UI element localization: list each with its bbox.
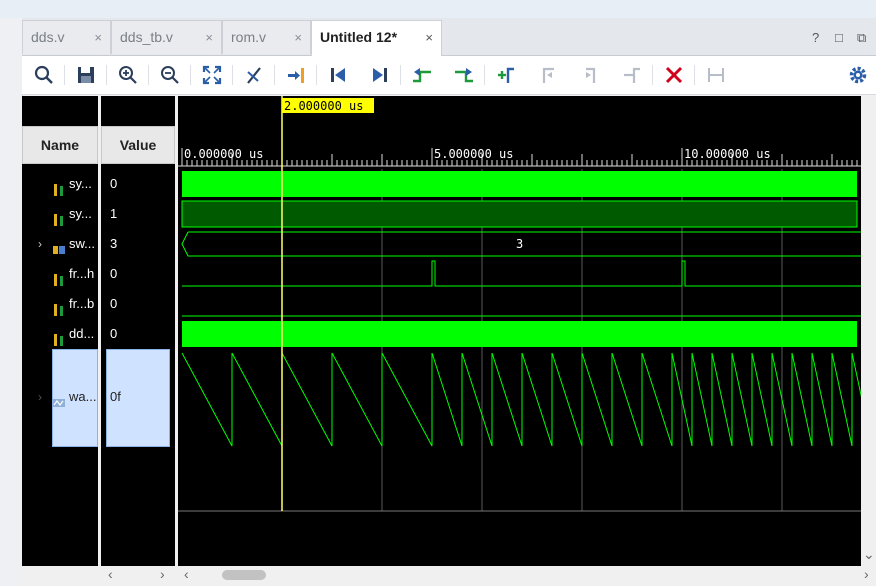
chevron-right-icon[interactable]: › [38,382,42,412]
tab-rom-v[interactable]: rom.v × [222,20,311,54]
signal-value: 0f [110,389,121,404]
bit-signal-icon [52,208,66,226]
bus-value-label: 3 [516,237,523,251]
signal-row-4[interactable]: fr...b [52,289,94,319]
chevron-left-icon[interactable]: ‹ [184,566,189,582]
zoom-in-icon[interactable] [116,63,140,87]
scroll-thumb[interactable] [222,570,266,580]
tab-bar: dds.v × dds_tb.v × rom.v × Untitled 12* … [22,18,876,56]
next-transition-icon[interactable] [452,63,476,87]
bit-wave-trace [182,260,861,287]
tab-dds-tb-v[interactable]: dds_tb.v × [111,20,222,54]
signal-value: 3 [110,236,118,251]
bit-wave-high-bar [182,171,857,197]
previous-marker-icon[interactable] [536,63,560,87]
vertical-scrollbar[interactable]: ⌄ [861,96,876,566]
zoom-out-icon[interactable] [158,63,182,87]
ruler-label: 5.000000 us [434,147,513,161]
scroll-down-arrow-icon[interactable]: ⌄ [863,546,875,563]
tab-label: dds.v [31,29,65,45]
bit-signal-icon [52,178,66,196]
signal-name: sw... [69,236,96,251]
analog-signal-icon [52,391,66,407]
time-cursor[interactable]: 2.000000 us [281,96,374,511]
save-icon[interactable] [74,63,98,87]
name-column-header[interactable]: Name [22,126,98,164]
maximize-icon[interactable]: □ [835,30,843,45]
ruler-label: 10.000000 us [684,147,771,161]
signal-row-6[interactable]: › wa... [38,382,97,412]
add-marker-icon[interactable] [494,63,518,87]
signal-value: 0 [110,296,118,311]
bit-wave-band [181,200,858,228]
restore-icon[interactable]: ⧉ [857,30,866,46]
marker-span-icon[interactable] [704,63,728,87]
value-column-header[interactable]: Value [101,126,175,164]
chevron-right-icon[interactable]: › [864,566,869,582]
signal-value-panel: Value 0 1 3 0 0 0 0f [101,96,175,566]
search-icon[interactable] [32,63,56,87]
help-icon[interactable]: ? [812,30,819,45]
signal-value: 0 [110,266,118,281]
settings-gear-icon[interactable] [846,63,870,87]
horizontal-scrollbar[interactable]: ‹ › ‹ › [22,566,876,586]
tab-dds-v[interactable]: dds.v × [22,20,111,54]
bit-signal-icon [52,328,66,346]
signal-value: 0 [110,176,118,191]
signal-row-1[interactable]: sy... [52,199,92,229]
close-icon[interactable]: × [94,30,102,45]
signal-name: sy... [69,206,92,221]
signal-row-0[interactable]: sy... [52,169,92,199]
swap-cursors-icon[interactable] [620,63,644,87]
tab-label: Untitled 12* [320,29,398,45]
bit-wave-high-bar [182,321,857,347]
ruler-label: 0.000000 us [184,147,263,161]
chevron-left-icon[interactable]: ‹ [108,566,113,582]
close-icon[interactable]: × [425,30,433,45]
top-strip [0,0,876,19]
go-to-end-icon[interactable] [368,63,392,87]
bit-signal-icon [52,268,66,286]
tab-untitled-12[interactable]: Untitled 12* × [311,20,442,56]
tab-label: dds_tb.v [120,29,173,45]
signal-row-5[interactable]: dd... [52,319,94,349]
signal-value: 0 [110,326,118,341]
chevron-right-icon[interactable]: › [160,566,165,582]
tab-label: rom.v [231,29,266,45]
signal-name: sy... [69,176,92,191]
signal-row-2[interactable]: › sw... [38,229,96,259]
waveform-area[interactable]: 0.000000 us 5.000000 us 10.000000 us 3 2.0… [178,96,873,566]
cursor-label: 2.000000 us [284,99,363,113]
delete-icon[interactable] [662,63,686,87]
zoom-fit-icon[interactable] [200,63,224,87]
signal-name-panel: Name sy... sy... › sw... fr...h fr...b dd… [22,96,98,566]
signal-name: fr...h [69,266,95,281]
left-rail [0,18,23,586]
signal-name: wa... [69,389,97,404]
go-to-cursor-icon[interactable] [284,63,308,87]
go-to-start-icon[interactable] [326,63,350,87]
cursor-mark-icon[interactable] [242,63,266,87]
bus-signal-icon [52,238,66,254]
analog-sawtooth-trace [181,352,873,447]
signal-name: dd... [69,326,95,341]
signal-value: 1 [110,206,118,221]
close-icon[interactable]: × [205,30,213,45]
signal-row-3[interactable]: fr...h [52,259,94,289]
time-ruler[interactable]: 0.000000 us 5.000000 us 10.000000 us [178,147,861,167]
next-marker-icon[interactable] [578,63,602,87]
waveform-canvas[interactable]: 0.000000 us 5.000000 us 10.000000 us 3 2.0… [178,96,873,566]
chevron-right-icon[interactable]: › [38,229,42,259]
signal-name: fr...b [69,296,95,311]
close-icon[interactable]: × [294,30,302,45]
bit-signal-icon [52,298,66,316]
waveform-toolbar [22,56,876,95]
previous-transition-icon[interactable] [410,63,434,87]
waveform-traces: 3 [181,171,873,447]
